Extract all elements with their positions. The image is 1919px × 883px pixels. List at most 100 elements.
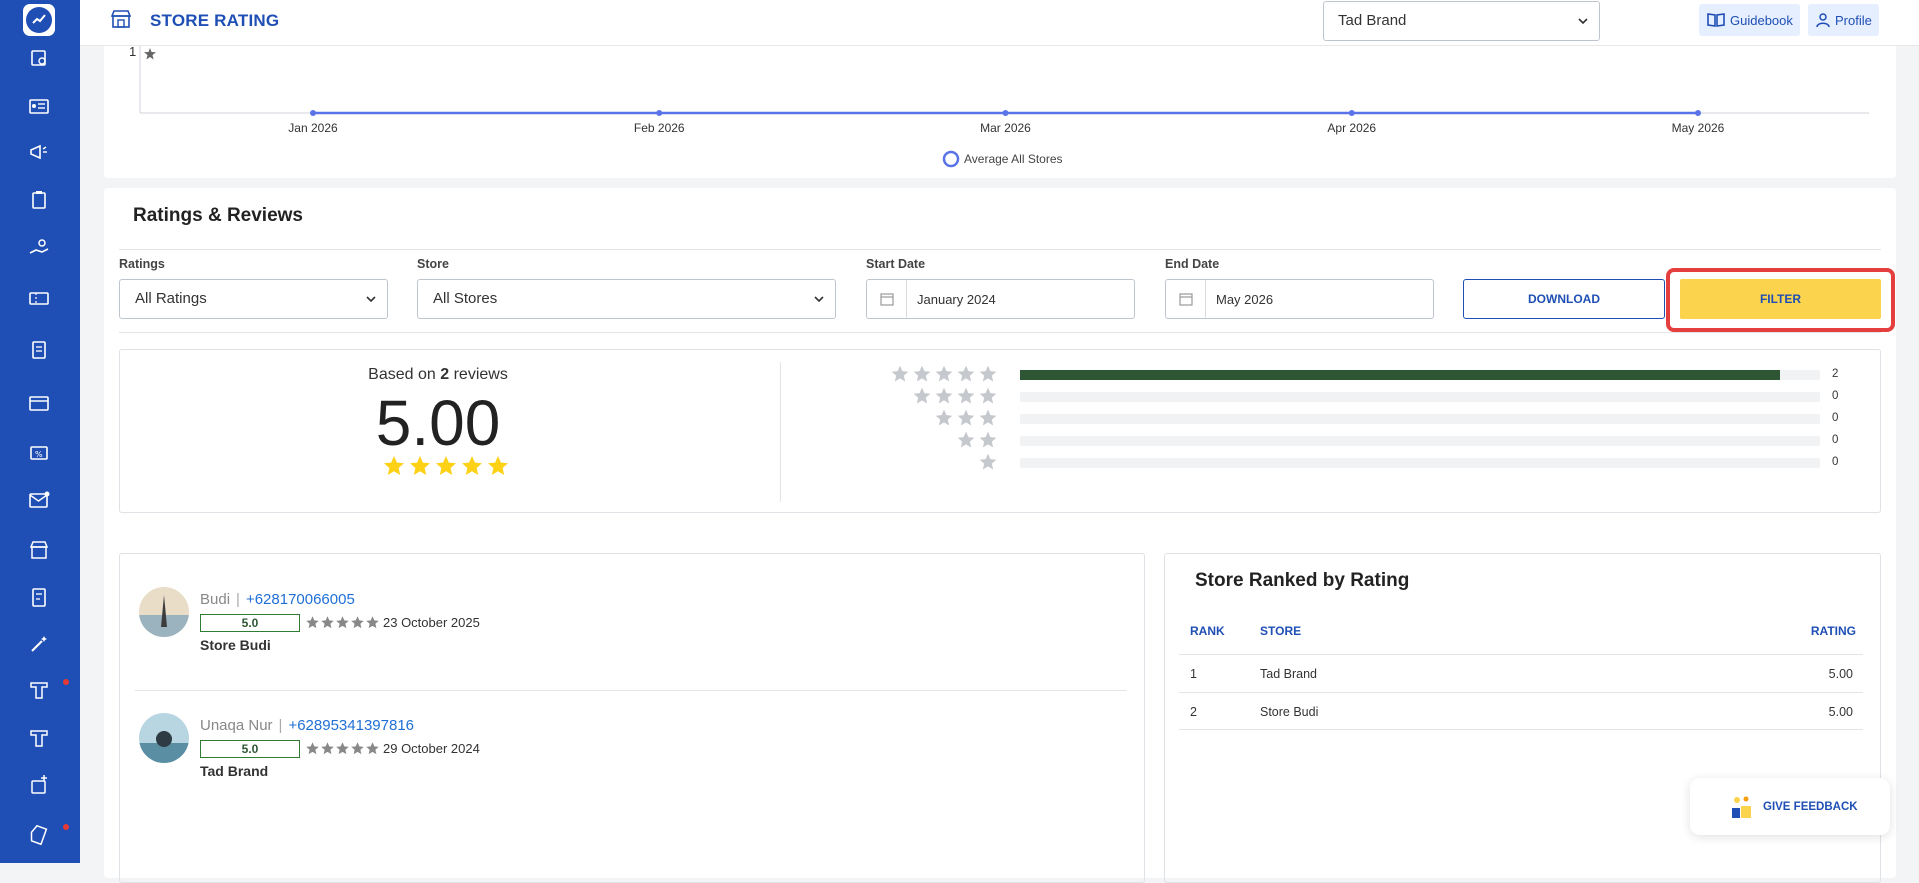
review-store: Store Budi [200, 637, 271, 653]
list-item: Budi | +628170066005 5.0 23 October 2025 S… [120, 572, 1146, 672]
id-card-icon[interactable] [25, 94, 53, 118]
store-filter-value: All Stores [433, 290, 498, 307]
tag-icon[interactable] [25, 823, 53, 847]
data-point[interactable] [1695, 110, 1701, 116]
legend-marker[interactable] [942, 150, 960, 168]
distribution-stars [934, 408, 998, 428]
x-tick-label: May 2026 [1672, 121, 1725, 135]
ratings-filter-value: All Ratings [135, 290, 207, 307]
clipboard-icon[interactable] [25, 188, 53, 212]
star-icon [336, 616, 349, 629]
download-button[interactable]: DOWNLOAD [1463, 279, 1665, 319]
give-feedback-button[interactable]: GIVE FEEDBACK [1690, 778, 1890, 835]
filter-button[interactable]: FILTER [1680, 279, 1881, 319]
divider [135, 690, 1127, 691]
star-icon [957, 365, 975, 382]
y-tick-label: 1 [129, 46, 136, 59]
distribution-count: 2 [1832, 368, 1839, 380]
profile-button[interactable]: Profile [1808, 4, 1879, 36]
distribution-row: 0 [120, 386, 1882, 406]
ratings-reviews-card: Ratings & Reviews Ratings All Ratings St… [104, 188, 1896, 883]
distribution-bar [1020, 436, 1820, 446]
distribution-count: 0 [1832, 434, 1839, 446]
notification-dot [63, 679, 69, 685]
distribution-count: 0 [1832, 456, 1839, 468]
store-filter-select[interactable]: All Stores [417, 279, 836, 319]
list-item: Unaqa Nur | +62895341397816 5.0 29 October… [120, 698, 1146, 798]
star-icon [366, 742, 379, 755]
receipt-icon[interactable] [25, 585, 53, 609]
tt-icon[interactable] [25, 726, 53, 750]
rank-cell: 1 [1190, 667, 1197, 681]
mail-icon[interactable] [25, 488, 53, 512]
reviewer-name: Unaqa Nur [200, 717, 273, 734]
end-date-value: May 2026 [1216, 292, 1274, 307]
line-chart: 1 Jan 2026 Feb 2026 Mar 2026 Apr 2026 May 202… [129, 46, 1869, 168]
reviewer-line: Budi | +628170066005 [200, 591, 355, 608]
reviewer-phone[interactable]: +62895341397816 [288, 717, 414, 734]
distribution-count: 0 [1832, 412, 1839, 424]
star-icon [935, 409, 953, 426]
brand-select[interactable]: Tad Brand [1323, 1, 1600, 41]
store-filter-label: Store [417, 257, 449, 271]
voucher-icon[interactable] [25, 286, 53, 310]
document-icon[interactable] [25, 338, 53, 362]
megaphone-icon[interactable] [25, 140, 53, 164]
distribution-bar-fill [1020, 370, 1780, 380]
book-icon [1707, 13, 1725, 27]
brand-select-value: Tad Brand [1338, 12, 1407, 29]
ranking-title: Store Ranked by Rating [1195, 570, 1410, 591]
distribution-row: 2 [120, 364, 1882, 384]
avatar [139, 713, 189, 763]
star-icon [306, 616, 319, 629]
magic-wand-icon[interactable] [25, 632, 53, 656]
star-icon [351, 742, 364, 755]
data-point[interactable] [1348, 110, 1355, 116]
start-date-input[interactable]: January 2024 [866, 279, 1135, 319]
distribution-row: 0 [120, 452, 1882, 472]
legend-label: Average All Stores [964, 152, 1063, 166]
store-header: STORE [1260, 624, 1302, 638]
end-date-input[interactable]: May 2026 [1165, 279, 1434, 319]
star-icon [891, 365, 909, 382]
distribution-bar [1020, 392, 1820, 402]
chevron-down-icon [814, 296, 824, 303]
store-icon[interactable] [25, 538, 53, 562]
data-point[interactable] [656, 110, 663, 116]
guidebook-button[interactable]: Guidebook [1699, 4, 1800, 36]
rank-header: RANK [1190, 624, 1225, 638]
reviewer-line: Unaqa Nur | +62895341397816 [200, 717, 415, 734]
user-add-icon[interactable] [25, 773, 53, 797]
calendar-icon[interactable] [25, 46, 53, 70]
star-icon [321, 616, 334, 629]
distribution-bar [1020, 370, 1820, 380]
card-icon[interactable] [25, 391, 53, 415]
ticket-icon[interactable]: % [25, 441, 53, 465]
app-logo[interactable] [23, 4, 55, 36]
star-icon [979, 387, 997, 404]
hand-coin-icon[interactable] [25, 236, 53, 260]
distribution-stars [978, 452, 998, 472]
data-point[interactable] [310, 110, 316, 116]
distribution-row: 0 [120, 430, 1882, 450]
reviewer-phone[interactable]: +628170066005 [246, 591, 355, 608]
notification-dot [63, 824, 69, 830]
feedback-label: GIVE FEEDBACK [1763, 800, 1858, 813]
ratings-filter-select[interactable]: All Ratings [119, 279, 388, 319]
tt-icon[interactable] [25, 678, 53, 702]
distribution-bar [1020, 414, 1820, 424]
distribution-stars [956, 430, 998, 450]
rating-trend-chart: 1 Jan 2026 Feb 2026 Mar 2026 Apr 2026 May 202… [104, 46, 1896, 178]
page-title: STORE RATING [150, 11, 280, 30]
distribution-stars [912, 386, 998, 406]
rank-cell: 2 [1190, 705, 1197, 719]
ratings-filter-label: Ratings [119, 257, 165, 271]
distribution-count: 0 [1832, 390, 1839, 402]
star-icon [913, 387, 931, 404]
star-icon [935, 365, 953, 382]
start-date-label: Start Date [866, 257, 926, 271]
x-tick-label: Jan 2026 [288, 121, 338, 135]
data-point[interactable] [1002, 110, 1009, 116]
divider [119, 332, 1881, 333]
distribution-row: 0 [120, 408, 1882, 428]
